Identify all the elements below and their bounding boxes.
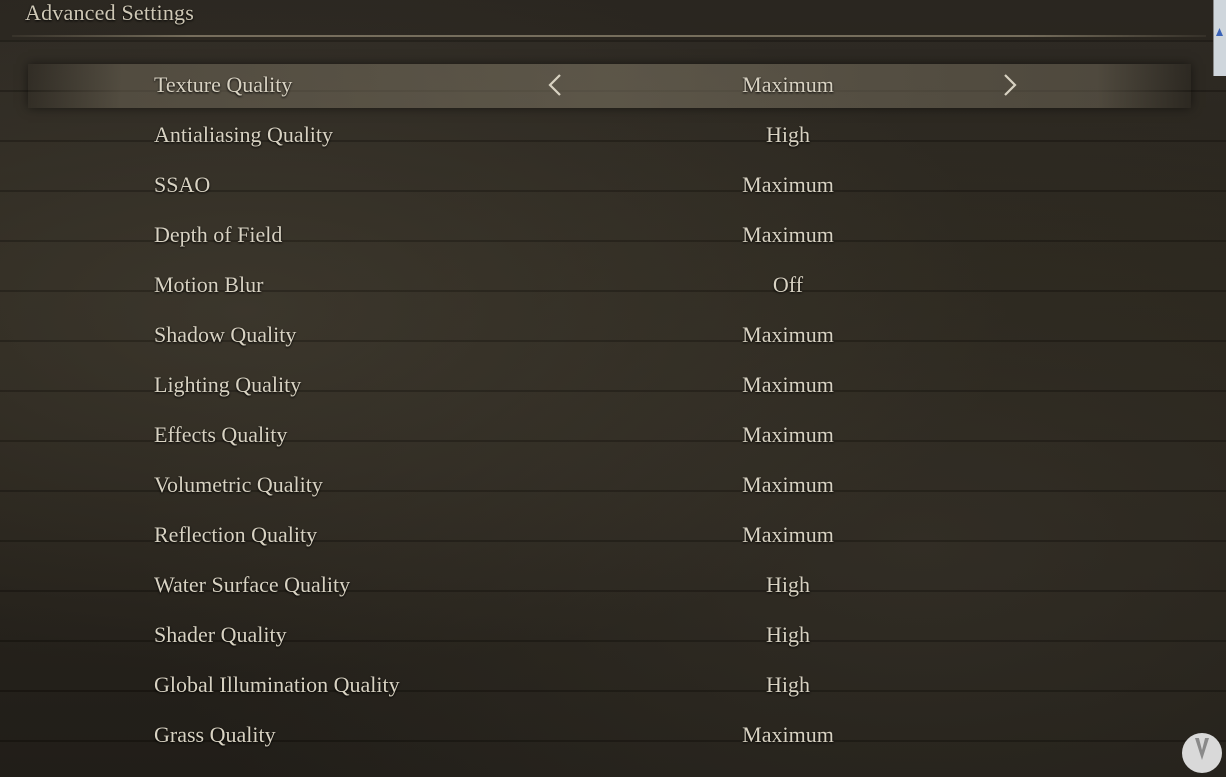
chevron-left-icon[interactable] bbox=[543, 71, 567, 99]
page-title: Advanced Settings bbox=[25, 0, 194, 25]
setting-value: Off bbox=[772, 272, 804, 297]
settings-list: Texture Quality Maximum Antialiasing Qua… bbox=[0, 61, 1226, 761]
setting-value: Maximum bbox=[742, 372, 834, 397]
setting-label: Reflection Quality bbox=[154, 522, 318, 547]
setting-row-reflection-quality[interactable]: Reflection Quality Maximum bbox=[0, 511, 1226, 561]
setting-label: Volumetric Quality bbox=[154, 472, 323, 497]
setting-label: Global Illumination Quality bbox=[154, 672, 400, 697]
setting-label: Lighting Quality bbox=[154, 372, 302, 397]
setting-row-effects-quality[interactable]: Effects Quality Maximum bbox=[0, 411, 1226, 461]
setting-row-texture-quality[interactable]: Texture Quality Maximum bbox=[0, 61, 1226, 111]
setting-label: Shader Quality bbox=[154, 622, 287, 647]
setting-row-global-illumination-quality[interactable]: Global Illumination Quality High bbox=[0, 661, 1226, 711]
setting-value: Maximum bbox=[742, 472, 834, 497]
setting-row-motion-blur[interactable]: Motion Blur Off bbox=[0, 261, 1226, 311]
setting-value: High bbox=[766, 622, 810, 647]
setting-value: Maximum bbox=[742, 422, 834, 447]
setting-label: Antialiasing Quality bbox=[154, 122, 334, 147]
setting-value: Maximum bbox=[742, 222, 834, 247]
setting-label: Water Surface Quality bbox=[154, 572, 351, 597]
chevron-right-icon[interactable] bbox=[998, 71, 1022, 99]
setting-value: High bbox=[766, 572, 810, 597]
setting-row-ssao[interactable]: SSAO Maximum bbox=[0, 161, 1226, 211]
setting-row-shadow-quality[interactable]: Shadow Quality Maximum bbox=[0, 311, 1226, 361]
setting-value: Maximum bbox=[742, 522, 834, 547]
setting-label: Texture Quality bbox=[154, 72, 293, 97]
vandal-logo-icon bbox=[1182, 733, 1222, 773]
setting-label: Depth of Field bbox=[154, 222, 283, 247]
setting-label: Motion Blur bbox=[154, 272, 264, 297]
setting-row-antialiasing-quality[interactable]: Antialiasing Quality High bbox=[0, 111, 1226, 161]
setting-value: Maximum bbox=[742, 172, 834, 197]
header-divider bbox=[12, 35, 1206, 37]
setting-row-water-surface-quality[interactable]: Water Surface Quality High bbox=[0, 561, 1226, 611]
setting-row-grass-quality[interactable]: Grass Quality Maximum bbox=[0, 711, 1226, 761]
setting-label: Shadow Quality bbox=[154, 322, 297, 347]
setting-label: Grass Quality bbox=[154, 722, 276, 747]
setting-label: SSAO bbox=[154, 172, 211, 197]
setting-row-lighting-quality[interactable]: Lighting Quality Maximum bbox=[0, 361, 1226, 411]
setting-row-volumetric-quality[interactable]: Volumetric Quality Maximum bbox=[0, 461, 1226, 511]
setting-label: Effects Quality bbox=[154, 422, 288, 447]
setting-value: Maximum bbox=[742, 722, 834, 747]
setting-row-depth-of-field[interactable]: Depth of Field Maximum bbox=[0, 211, 1226, 261]
setting-value: Maximum bbox=[742, 72, 834, 97]
setting-value: Maximum bbox=[742, 322, 834, 347]
setting-value: High bbox=[766, 122, 810, 147]
setting-value: High bbox=[766, 672, 810, 697]
setting-row-shader-quality[interactable]: Shader Quality High bbox=[0, 611, 1226, 661]
